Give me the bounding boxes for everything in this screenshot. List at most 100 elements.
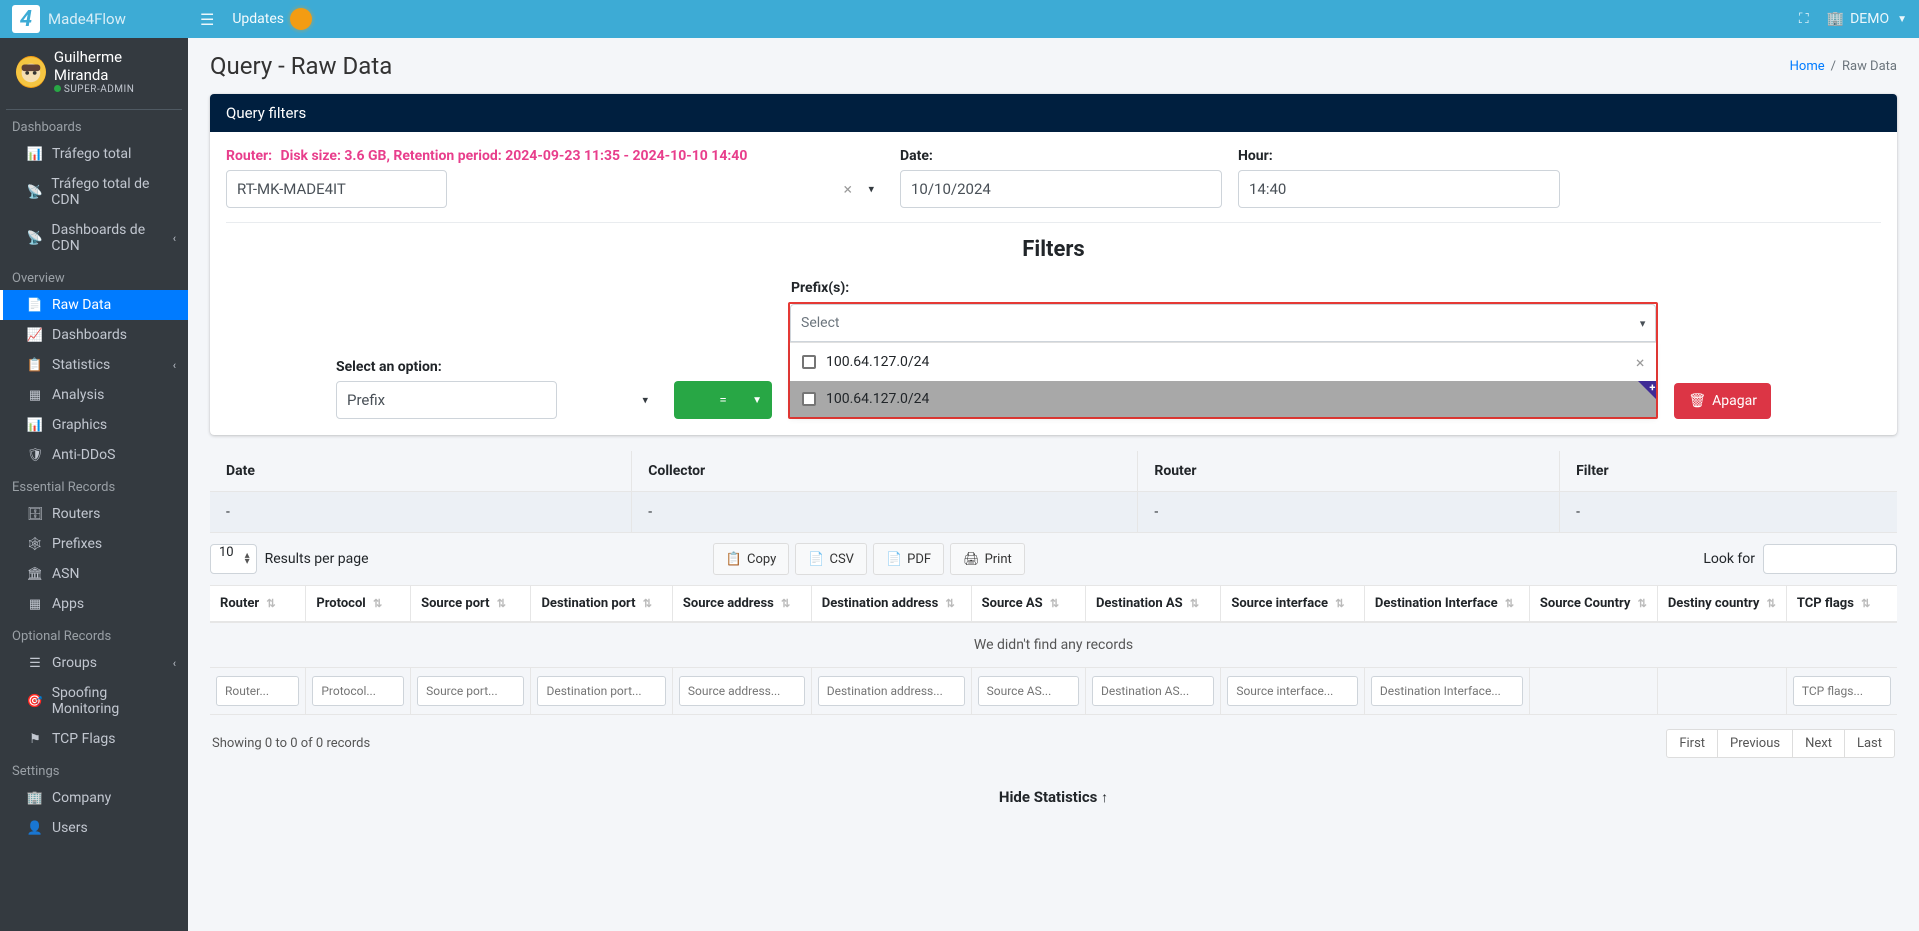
- sidebar-item-graphics[interactable]: 📊Graphics: [0, 410, 188, 440]
- column-header[interactable]: Destiny country ⇅: [1657, 586, 1786, 623]
- column-search-cell: [1529, 668, 1657, 715]
- breadcrumb-home[interactable]: Home: [1790, 59, 1825, 74]
- fullscreen-icon[interactable]: ⛶: [1799, 11, 1809, 27]
- prefix-search-row: ×: [790, 343, 1656, 381]
- column-search-input[interactable]: [216, 676, 299, 706]
- copy-button[interactable]: 📋Copy: [713, 543, 789, 575]
- results-per-page-select[interactable]: 10▴▾: [210, 544, 257, 574]
- page-previous[interactable]: Previous: [1718, 729, 1793, 758]
- prefix-option[interactable]: 100.64.127.0/24: [790, 381, 1656, 417]
- print-button[interactable]: 🖨Print: [950, 543, 1025, 575]
- column-search-input[interactable]: [417, 676, 524, 706]
- column-header[interactable]: Destination Interface ⇅: [1364, 586, 1529, 623]
- menu-toggle-icon[interactable]: ☰: [200, 10, 214, 29]
- sidebar-item-spoofing[interactable]: 🎯Spoofing Monitoring: [0, 678, 188, 724]
- sidebar-item-dashboards-cdn[interactable]: 📡Dashboards de CDN‹: [0, 215, 188, 261]
- sidebar-item-trafego-cdn[interactable]: 📡Tráfego total de CDN: [0, 169, 188, 215]
- sidebar: Guilherme Miranda SUPER-ADMIN Dashboards…: [0, 38, 188, 931]
- prefix-select-wrap: Select ▾ ×: [788, 302, 1658, 419]
- column-search-cell: [1221, 668, 1365, 715]
- prefix-search-input[interactable]: [826, 354, 1626, 370]
- column-search-input[interactable]: [679, 676, 805, 706]
- sort-icon: ⇅: [1861, 597, 1870, 610]
- nav-header-dashboards: Dashboards: [0, 110, 188, 139]
- sidebar-item-tcp-flags[interactable]: ⚑TCP Flags: [0, 724, 188, 754]
- hide-statistics-toggle[interactable]: Hide Statistics ↑: [210, 772, 1897, 822]
- chevron-down-icon: ▾: [1640, 317, 1646, 330]
- sidebar-item-company[interactable]: 🏢Company: [0, 783, 188, 813]
- file-icon: 📄: [886, 552, 902, 567]
- checkbox-icon[interactable]: [802, 355, 816, 369]
- checkbox-icon[interactable]: [802, 392, 816, 406]
- page-title: Query - Raw Data: [210, 52, 392, 80]
- column-header[interactable]: Destination address ⇅: [811, 586, 971, 623]
- column-search-cell: [971, 668, 1085, 715]
- column-search-input[interactable]: [1227, 676, 1358, 706]
- clear-icon[interactable]: ×: [843, 180, 852, 199]
- shield-icon: 🛡: [26, 448, 44, 463]
- building-icon: 🏢: [26, 791, 44, 806]
- column-search-cell: [672, 668, 811, 715]
- column-search-input[interactable]: [537, 676, 665, 706]
- table-row: - - - -: [210, 492, 1897, 533]
- updates-link[interactable]: Updates: [232, 8, 312, 30]
- clear-icon[interactable]: ×: [1636, 353, 1645, 372]
- prefix-select[interactable]: Select ▾: [790, 304, 1656, 342]
- option-select[interactable]: [336, 381, 557, 419]
- sidebar-item-analysis[interactable]: ▦Analysis: [0, 380, 188, 410]
- page-next[interactable]: Next: [1793, 729, 1845, 758]
- pdf-button[interactable]: 📄PDF: [873, 543, 944, 575]
- column-header[interactable]: Source address ⇅: [672, 586, 811, 623]
- sort-icon: ⇅: [497, 597, 506, 610]
- brand-text: Made4Flow: [48, 10, 126, 28]
- column-header[interactable]: Source AS ⇅: [971, 586, 1085, 623]
- column-header[interactable]: Destination AS ⇅: [1085, 586, 1220, 623]
- sidebar-item-apps[interactable]: ▦Apps: [0, 589, 188, 619]
- look-for-input[interactable]: [1763, 544, 1897, 574]
- column-header[interactable]: Source interface ⇅: [1221, 586, 1365, 623]
- sidebar-item-routers[interactable]: 🗄Routers: [0, 499, 188, 529]
- sidebar-item-dashboards[interactable]: 📈Dashboards: [0, 320, 188, 350]
- server-icon: 🗄: [26, 507, 44, 522]
- sidebar-item-trafego-total[interactable]: 📊Tráfego total: [0, 139, 188, 169]
- column-search-input[interactable]: [1793, 676, 1891, 706]
- column-search-input[interactable]: [818, 676, 965, 706]
- prefix-label: Prefix(s):: [791, 280, 1658, 296]
- date-input[interactable]: [900, 170, 1222, 208]
- antenna-icon: 📡: [26, 185, 43, 200]
- demo-menu[interactable]: 🏢 DEMO ▼: [1827, 11, 1907, 27]
- sidebar-item-users[interactable]: 👤Users: [0, 813, 188, 843]
- column-header[interactable]: Destination port ⇅: [531, 586, 672, 623]
- hour-input[interactable]: [1238, 170, 1560, 208]
- column-header[interactable]: Router ⇅: [210, 586, 306, 623]
- sidebar-item-groups[interactable]: ☰Groups‹: [0, 648, 188, 678]
- csv-button[interactable]: 📄CSV: [795, 543, 867, 575]
- router-select[interactable]: [226, 170, 447, 208]
- operator-button[interactable]: =▼: [674, 381, 772, 419]
- sidebar-item-statistics[interactable]: 📋Statistics‹: [0, 350, 188, 380]
- column-header[interactable]: Source port ⇅: [411, 586, 531, 623]
- column-header[interactable]: Source Country ⇅: [1529, 586, 1657, 623]
- page-last[interactable]: Last: [1845, 729, 1895, 758]
- column-header[interactable]: Protocol ⇅: [306, 586, 411, 623]
- column-search-input[interactable]: [1371, 676, 1523, 706]
- sidebar-item-asn[interactable]: 🏛ASN: [0, 559, 188, 589]
- column-search-input[interactable]: [312, 676, 404, 706]
- sidebar-item-anti-ddos[interactable]: 🛡Anti-DDoS: [0, 440, 188, 470]
- nav-header-settings: Settings: [0, 754, 188, 783]
- sort-icon: ⇅: [1050, 597, 1059, 610]
- page-first[interactable]: First: [1666, 729, 1718, 758]
- sort-icon: ⇅: [266, 597, 275, 610]
- user-name: Guilherme Miranda: [54, 48, 172, 84]
- sort-icon: ⇅: [781, 597, 790, 610]
- data-table-wrap[interactable]: Router ⇅Protocol ⇅Source port ⇅Destinati…: [210, 585, 1897, 715]
- add-corner-icon[interactable]: [1638, 381, 1656, 399]
- sidebar-item-raw-data[interactable]: 📄Raw Data: [0, 290, 188, 320]
- delete-button[interactable]: 🗑Apagar: [1674, 383, 1771, 419]
- column-search-input[interactable]: [1092, 676, 1214, 706]
- sidebar-item-prefixes[interactable]: 🕸Prefixes: [0, 529, 188, 559]
- chart-icon: 📊: [26, 418, 44, 433]
- column-header[interactable]: TCP flags ⇅: [1786, 586, 1897, 623]
- column-search-input[interactable]: [978, 676, 1079, 706]
- top-navbar: 4 Made4Flow ☰ Updates ⛶ 🏢 DEMO ▼: [0, 0, 1919, 38]
